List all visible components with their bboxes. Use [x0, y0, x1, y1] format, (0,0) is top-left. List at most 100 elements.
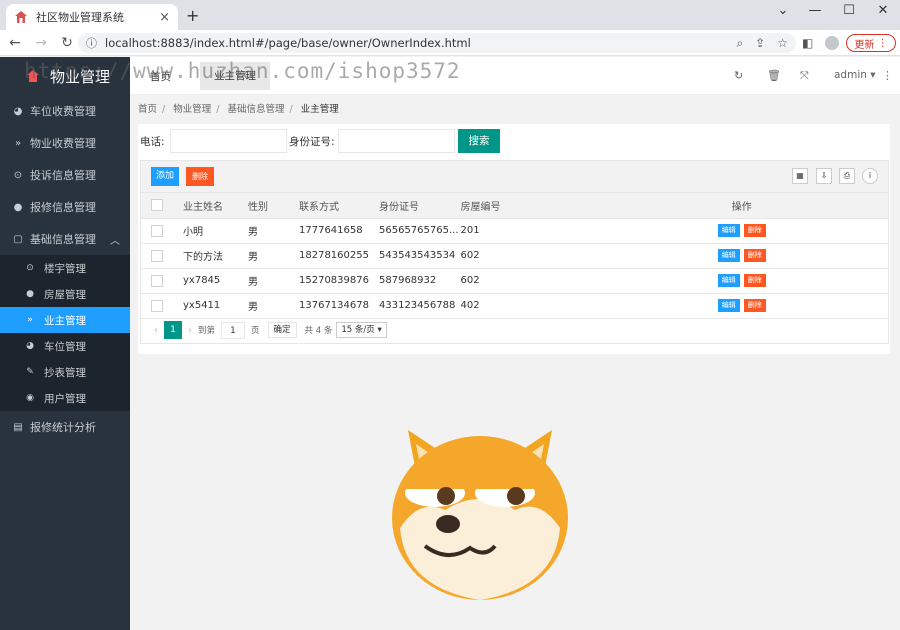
sidebar-item-label: 报修信息管理: [30, 201, 96, 214]
sidebar-item-complaints[interactable]: ⊙ 投诉信息管理: [0, 159, 130, 191]
sidebar-item-buildings[interactable]: ⊙ 楼宇管理: [0, 255, 130, 281]
update-label: 更新: [854, 39, 875, 51]
sidebar-item-label: 车位收费管理: [30, 105, 96, 118]
address-bar-row: ← → ↻ ⓘ localhost:8883/index.html#/page/…: [0, 30, 900, 56]
goto-confirm-button[interactable]: 确定: [267, 322, 297, 338]
delete-button[interactable]: 删除: [743, 274, 766, 287]
cell-gender: 男: [238, 218, 289, 244]
close-window-button[interactable]: ✕: [866, 0, 900, 30]
trash-icon[interactable]: 🗑: [767, 69, 781, 82]
admin-menu[interactable]: admin ▾: [834, 69, 876, 81]
breadcrumb-property[interactable]: 物业管理: [173, 104, 211, 115]
site-info-icon[interactable]: ⓘ: [86, 35, 97, 51]
breadcrumb-basic-info[interactable]: 基础信息管理: [228, 104, 285, 115]
select-all-checkbox[interactable]: [151, 199, 163, 212]
update-button[interactable]: 更新 ⋮: [846, 34, 896, 52]
page-number-input[interactable]: 1: [221, 321, 246, 339]
edit-button[interactable]: 编辑: [717, 299, 740, 312]
export-icon[interactable]: ⇩: [816, 168, 832, 184]
sidebar-item-parking[interactable]: ◕ 车位管理: [0, 333, 130, 359]
next-page-icon[interactable]: ›: [188, 325, 192, 336]
tab-close-icon[interactable]: ×: [159, 10, 170, 25]
fullscreen-icon[interactable]: ⤧: [800, 69, 809, 83]
row-checkbox[interactable]: [151, 249, 163, 262]
idcard-input[interactable]: [338, 129, 455, 153]
row-checkbox[interactable]: [151, 274, 163, 287]
target-icon: ⊙: [13, 169, 23, 181]
share-icon[interactable]: ⇪: [755, 36, 765, 50]
sidebar-item-basic-info[interactable]: ▢ 基础信息管理 ︿: [0, 223, 130, 255]
cell-idcard: 433123456788: [369, 293, 459, 319]
sidebar-item-users[interactable]: ◉ 用户管理: [0, 385, 130, 411]
zoom-icon[interactable]: ⌕: [736, 36, 743, 51]
tab-search-icon[interactable]: ⌄: [768, 0, 798, 30]
col-header-name[interactable]: 业主姓名: [173, 193, 238, 219]
sidebar-item-meter[interactable]: ✎ 抄表管理: [0, 359, 130, 385]
refresh-icon[interactable]: ↻: [734, 69, 743, 82]
delete-button[interactable]: 删除: [743, 224, 766, 237]
sidebar-item-label: 基础信息管理: [30, 233, 96, 246]
cell-house: 602: [458, 243, 596, 269]
prev-page-icon[interactable]: ‹: [154, 325, 158, 336]
delete-button[interactable]: 删除: [743, 249, 766, 262]
reload-icon[interactable]: ↻: [56, 35, 78, 51]
batch-delete-button[interactable]: 删除: [186, 167, 214, 186]
col-header-idcard[interactable]: 身份证号: [369, 193, 459, 219]
forward-icon[interactable]: →: [30, 35, 52, 51]
current-page[interactable]: 1: [164, 321, 182, 339]
print-icon[interactable]: ⎙: [839, 168, 855, 184]
sidebar-item-label: 用户管理: [44, 392, 86, 405]
col-header-phone[interactable]: 联系方式: [289, 193, 369, 219]
sidebar-item-repair-stats[interactable]: ▤ 报修统计分析: [0, 411, 130, 443]
add-button[interactable]: 添加: [151, 167, 179, 186]
sidebar-item-label: 投诉信息管理: [30, 169, 96, 182]
col-header-house[interactable]: 房屋编号: [458, 193, 596, 219]
info-icon[interactable]: i: [862, 168, 878, 184]
sidebar-item-parking-fee[interactable]: ◕ 车位收费管理: [0, 95, 130, 127]
table-row: 小明 男 1777641658 56565765765... 201 编辑 删除: [141, 218, 888, 244]
cell-gender: 男: [238, 293, 289, 319]
row-checkbox[interactable]: [151, 224, 163, 237]
bookmark-star-icon[interactable]: ☆: [777, 36, 788, 50]
breadcrumb-home[interactable]: 首页: [138, 104, 157, 115]
sidebar-item-label: 物业收费管理: [30, 137, 96, 150]
dashboard-icon: ◕: [26, 341, 34, 351]
cell-idcard: 543543543534: [369, 243, 459, 269]
shiba-dog-emoji: [392, 430, 568, 600]
sidebar-item-houses[interactable]: ● 房屋管理: [0, 281, 130, 307]
side-panel-icon[interactable]: ◧: [802, 36, 813, 50]
page-unit-label: 页: [251, 326, 260, 336]
sidebar-item-owners[interactable]: » 业主管理: [0, 307, 130, 333]
browser-tab[interactable]: 社区物业管理系统 ×: [6, 4, 178, 30]
row-checkbox[interactable]: [151, 299, 163, 312]
new-tab-button[interactable]: +: [186, 6, 199, 25]
search-button[interactable]: 搜索: [458, 129, 500, 153]
table-row: yx7845 男 15270839876 587968932 602 编辑 删除: [141, 268, 888, 294]
col-header-gender[interactable]: 性别: [238, 193, 289, 219]
maximize-button[interactable]: ☐: [832, 0, 866, 30]
sidebar-item-label: 楼宇管理: [44, 262, 86, 275]
cell-name: 下的方法: [173, 243, 238, 269]
edit-button[interactable]: 编辑: [717, 274, 740, 287]
sidebar-item-repairs[interactable]: ● 报修信息管理: [0, 191, 130, 223]
delete-button[interactable]: 删除: [743, 299, 766, 312]
col-header-actions: 操作: [595, 193, 888, 219]
filter-icon[interactable]: ▦: [792, 168, 808, 184]
table-header-row: 业主姓名 性别 联系方式 身份证号 房屋编号 操作: [141, 193, 888, 219]
edit-button[interactable]: 编辑: [717, 249, 740, 262]
minimize-button[interactable]: —: [798, 0, 832, 30]
edit-button[interactable]: 编辑: [717, 224, 740, 237]
phone-input[interactable]: [170, 129, 287, 153]
page-size-select[interactable]: 15 条/页 ▾: [336, 322, 387, 338]
url-text[interactable]: localhost:8883/index.html#/page/base/own…: [105, 36, 724, 50]
sidebar-item-label: 抄表管理: [44, 366, 86, 379]
goto-label: 到第: [198, 326, 216, 336]
submenu-basic-info: ⊙ 楼宇管理 ● 房屋管理 » 业主管理 ◕ 车位管理 ✎ 抄表管理 ◉ 用户管…: [0, 255, 130, 411]
more-icon[interactable]: ⋮: [882, 69, 893, 82]
browser-tab-bar: 社区物业管理系统 × + ⌄ — ☐ ✕: [0, 0, 900, 30]
sidebar-item-property-fee[interactable]: » 物业收费管理: [0, 127, 130, 159]
url-bar[interactable]: ⓘ localhost:8883/index.html#/page/base/o…: [78, 33, 796, 53]
back-icon[interactable]: ←: [4, 35, 26, 51]
profile-avatar[interactable]: [825, 36, 839, 50]
table-toolbar: 添加 删除 ▦ ⇩ ⎙ i: [141, 161, 888, 193]
